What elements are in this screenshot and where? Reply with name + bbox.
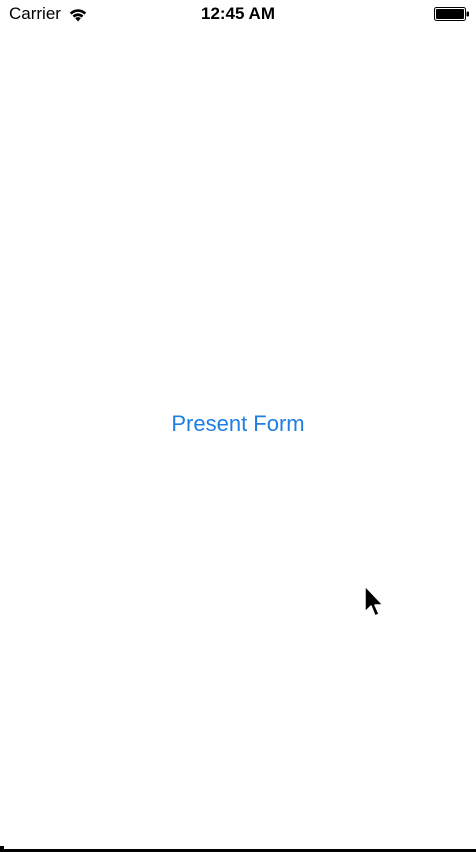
present-form-button[interactable]: Present Form xyxy=(0,410,476,438)
battery-level-fill xyxy=(436,9,464,19)
status-time: 12:45 AM xyxy=(200,4,275,23)
battery-icon xyxy=(434,7,469,21)
app-screen: Carrier 12:45 AM Present Form xyxy=(0,0,476,852)
status-bar: Carrier 12:45 AM xyxy=(0,0,476,28)
mouse-cursor-icon xyxy=(364,585,384,617)
bottom-corner-mark xyxy=(0,846,4,852)
